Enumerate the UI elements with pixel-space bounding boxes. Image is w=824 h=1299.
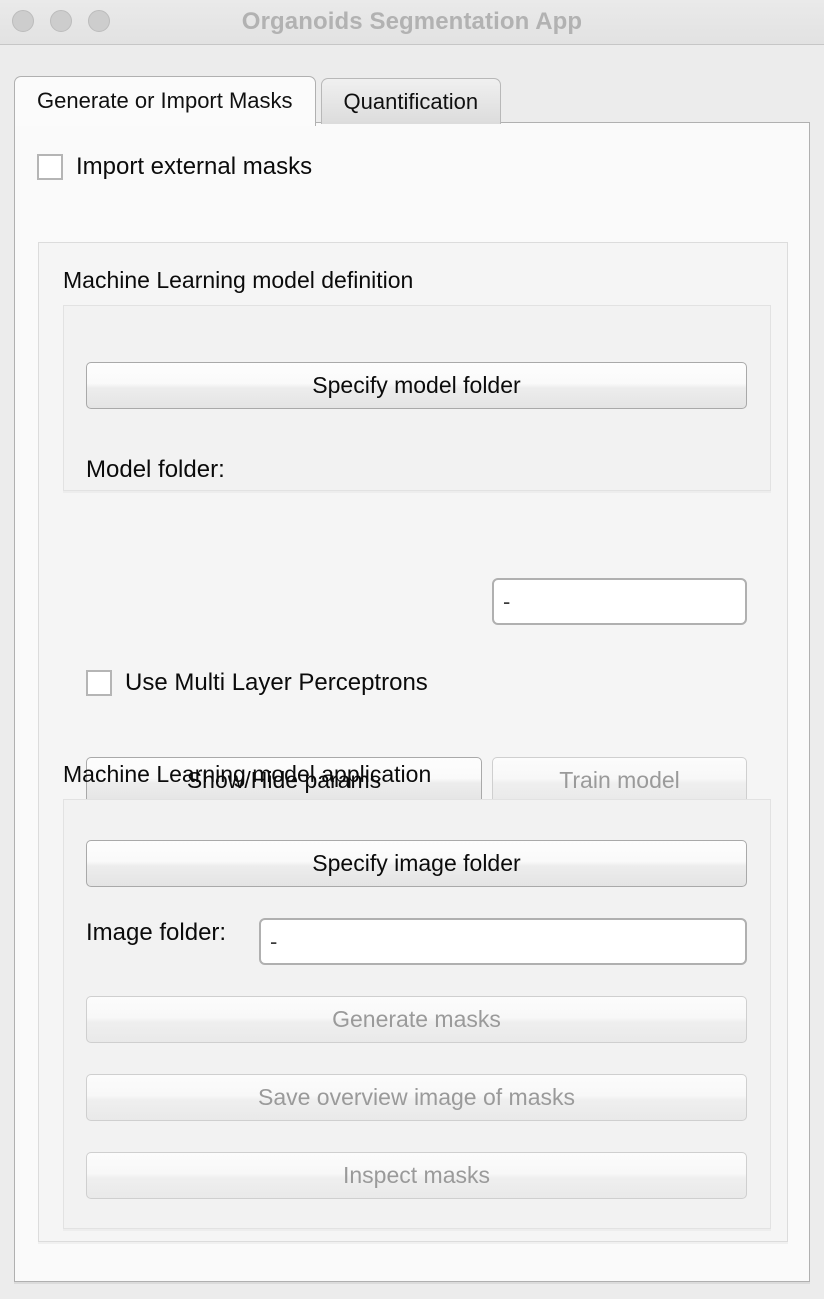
use-mlp-label: Use Multi Layer Perceptrons <box>125 669 428 696</box>
inspect-masks-button[interactable]: Inspect masks <box>86 1152 747 1199</box>
model-application-title: Machine Learning model application <box>63 761 432 787</box>
title-bar: Organoids Segmentation App <box>0 0 824 45</box>
model-folder-label: Model folder: <box>86 456 225 483</box>
image-folder-input[interactable]: - <box>259 918 747 965</box>
tab-quantification[interactable]: Quantification <box>320 78 502 124</box>
tab-generate-or-import-masks[interactable]: Generate or Import Masks <box>14 76 316 126</box>
specify-model-folder-button[interactable]: Specify model folder <box>86 362 747 409</box>
model-definition-title: Machine Learning model definition <box>63 267 414 293</box>
specify-image-folder-button[interactable]: Specify image folder <box>86 840 747 887</box>
tab-bar: Generate or Import Masks Quantification <box>14 76 502 126</box>
masks-section-frame: Machine Learning model definition Specif… <box>38 242 788 1242</box>
tab-panel-generate-or-import-masks: Import external masks Machine Learning m… <box>14 122 810 1282</box>
use-mlp-checkbox[interactable] <box>86 670 112 696</box>
save-overview-image-button[interactable]: Save overview image of masks <box>86 1074 747 1121</box>
import-external-masks-label: Import external masks <box>76 153 313 180</box>
import-external-masks-checkbox[interactable] <box>37 154 63 180</box>
train-model-button[interactable]: Train model <box>492 757 747 804</box>
generate-masks-button[interactable]: Generate masks <box>86 996 747 1043</box>
window-title: Organoids Segmentation App <box>241 8 583 35</box>
use-mlp-row[interactable]: Use Multi Layer Perceptrons <box>86 669 428 697</box>
image-folder-label: Image folder: <box>86 919 227 946</box>
model-folder-input[interactable]: - <box>492 578 747 625</box>
import-external-masks-row[interactable]: Import external masks <box>37 153 312 181</box>
